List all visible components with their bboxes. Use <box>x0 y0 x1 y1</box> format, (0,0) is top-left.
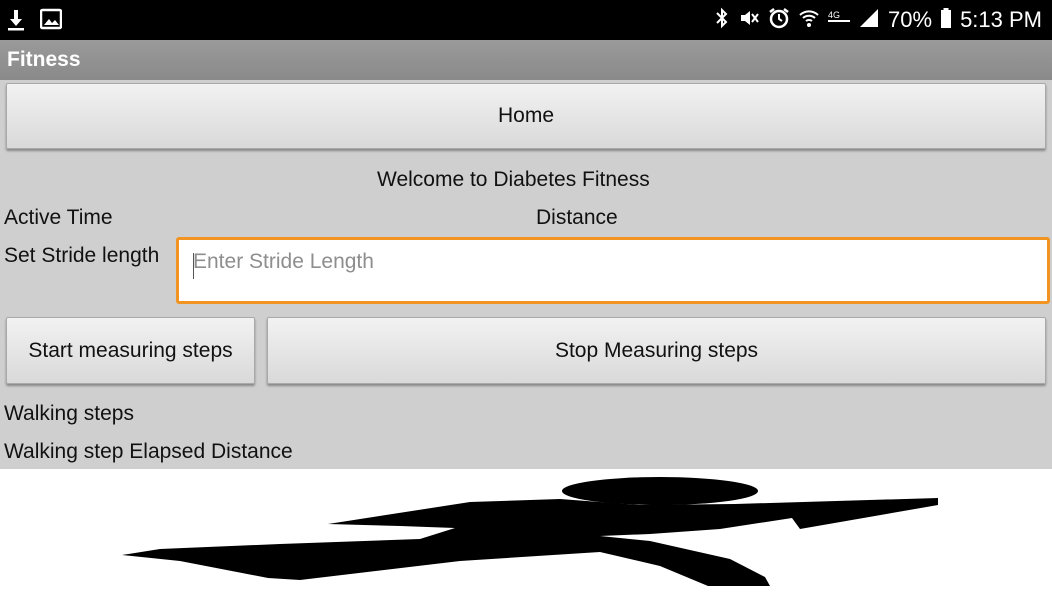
active-time-label: Active Time <box>4 206 113 229</box>
walking-steps-label: Walking steps <box>4 402 134 425</box>
stride-length-placeholder: Enter Stride Length <box>193 250 374 273</box>
clock-time: 5:13 PM <box>960 7 1042 32</box>
home-button[interactable]: Home <box>6 83 1046 149</box>
main-content: Home Welcome to Diabetes Fitness Active … <box>0 80 1052 469</box>
bluetooth-icon <box>714 7 730 34</box>
running-figure-image <box>0 469 1052 592</box>
lte-icon: 4G <box>828 7 851 34</box>
svg-text:4G: 4G <box>828 10 840 20</box>
welcome-text: Welcome to Diabetes Fitness <box>377 168 650 191</box>
stride-length-label: Set Stride length <box>4 244 160 267</box>
alarm-icon <box>768 7 790 34</box>
signal-icon <box>858 7 880 34</box>
stop-measuring-button[interactable]: Stop Measuring steps <box>267 317 1046 384</box>
app-bar: Fitness <box>0 40 1052 80</box>
status-bar: 4G 70% 5:13 PM <box>0 0 1052 40</box>
start-measuring-button[interactable]: Start measuring steps <box>6 317 255 384</box>
distance-label: Distance <box>536 206 618 229</box>
stride-length-input[interactable]: Enter Stride Length <box>176 237 1050 304</box>
battery-icon <box>940 7 952 34</box>
download-icon <box>6 8 26 37</box>
text-caret <box>193 253 194 279</box>
image-icon <box>39 8 63 37</box>
battery-percent: 70% <box>888 7 933 32</box>
wifi-icon <box>798 7 820 34</box>
elapsed-distance-label: Walking step Elapsed Distance <box>4 440 293 463</box>
mute-icon <box>738 7 760 34</box>
app-title: Fitness <box>7 48 81 71</box>
